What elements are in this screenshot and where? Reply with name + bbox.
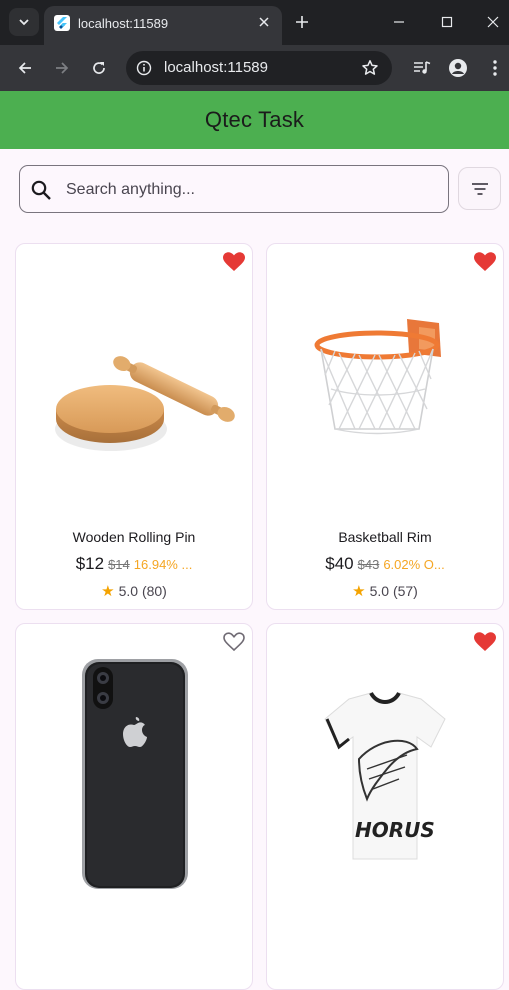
star-icon: ★: [352, 583, 366, 600]
url-text: localhost:11589: [164, 59, 268, 76]
svg-text:HORUS: HORUS: [355, 818, 435, 842]
search-icon: [31, 180, 51, 200]
flutter-icon: [54, 15, 70, 31]
product-name: Basketball Rim: [338, 529, 432, 545]
browser-tab[interactable]: localhost:11589: [44, 6, 282, 45]
search-input[interactable]: [64, 166, 438, 214]
tab-title: localhost:11589: [78, 16, 169, 31]
browser-toolbar: localhost:11589: [0, 45, 509, 91]
forward-icon[interactable]: [48, 54, 76, 82]
favorite-heart-icon[interactable]: [473, 630, 497, 654]
new-tab-icon[interactable]: [291, 11, 313, 33]
product-card[interactable]: [15, 623, 253, 990]
original-price: $14: [108, 557, 130, 572]
product-image: HORUS: [324, 691, 446, 860]
rating-row: ★ 5.0 (57): [267, 582, 503, 600]
filter-button[interactable]: [458, 167, 501, 210]
favorite-heart-icon[interactable]: [473, 250, 497, 274]
more-menu-icon[interactable]: [481, 54, 509, 82]
chevron-down-icon: [19, 19, 29, 26]
discount-text: 16.94% ...: [133, 557, 193, 572]
rating-row: ★ 5.0 (80): [16, 582, 252, 600]
tab-strip: localhost:11589: [0, 0, 509, 45]
product-price: $12: [75, 554, 105, 573]
rating-text: 5.0 (57): [369, 583, 418, 599]
sort-icon: [471, 182, 488, 195]
close-window-icon[interactable]: [478, 8, 508, 36]
bookmark-star-icon[interactable]: [360, 58, 380, 78]
price-row: $12 $14 16.94% ...: [16, 554, 252, 574]
rating-text: 5.0 (80): [118, 583, 167, 599]
product-image: [55, 356, 235, 451]
product-card[interactable]: HORUS: [266, 623, 504, 990]
favorite-heart-icon[interactable]: [222, 250, 246, 274]
favorite-heart-outline-icon[interactable]: [222, 630, 246, 654]
price-row: $40 $43 6.02% O...: [267, 554, 503, 574]
back-icon[interactable]: [11, 54, 39, 82]
product-image: [82, 659, 188, 889]
product-card[interactable]: Basketball Rim $40 $43 6.02% O... ★ 5.0 (57…: [266, 243, 504, 610]
product-image: [314, 319, 441, 435]
close-tab-icon[interactable]: [254, 12, 274, 32]
profile-avatar-icon[interactable]: [444, 54, 472, 82]
product-name: Wooden Rolling Pin: [72, 529, 196, 545]
star-icon: ★: [101, 583, 115, 600]
product-card[interactable]: Wooden Rolling Pin $12 $14 16.94% ... ★ 5.0…: [15, 243, 253, 610]
maximize-icon[interactable]: [432, 8, 462, 36]
product-price: $40: [325, 554, 354, 573]
search-field[interactable]: [19, 165, 449, 214]
address-bar[interactable]: localhost:11589: [126, 51, 392, 85]
original-price: $43: [357, 557, 380, 572]
reload-icon[interactable]: [85, 54, 113, 82]
browser-chrome: localhost:11589 localhost:11589: [0, 0, 509, 91]
app-bar: Qtec Task: [0, 91, 509, 149]
site-info-icon[interactable]: [135, 59, 153, 77]
media-controls-icon[interactable]: [408, 54, 436, 82]
discount-text: 6.02% O...: [383, 557, 445, 572]
minimize-icon[interactable]: [384, 8, 414, 36]
tab-search-button[interactable]: [9, 8, 39, 36]
page-title: Qtec Task: [204, 107, 305, 132]
